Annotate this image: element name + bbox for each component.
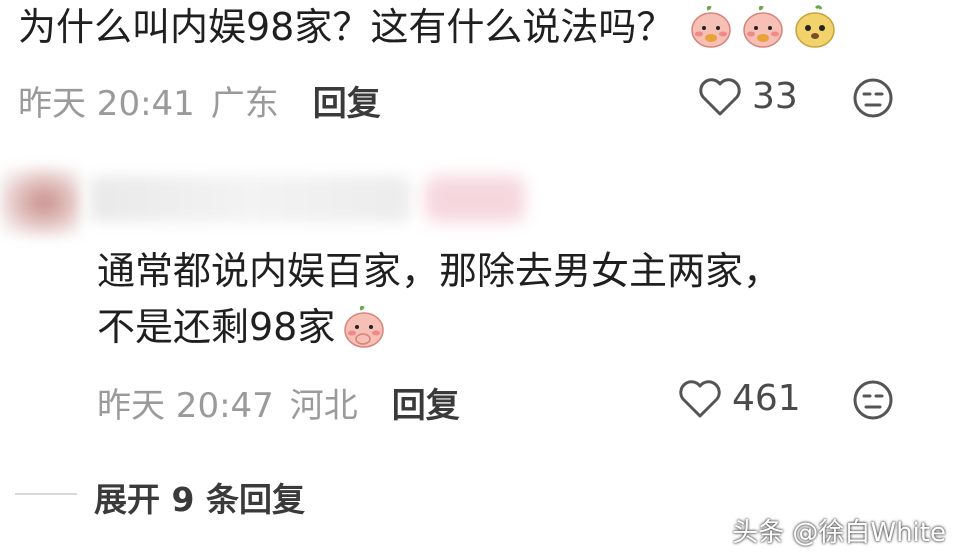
username-blurred[interactable] bbox=[90, 176, 410, 222]
expand-replies-label: 展开 9 条回复 bbox=[94, 480, 305, 519]
comment-2-dislike-icon[interactable] bbox=[851, 378, 895, 422]
comment-1-like-count: 33 bbox=[752, 76, 798, 117]
peach-face-emoji-icon bbox=[743, 5, 784, 48]
comment-2-text-line-2: 不是还剩98家 bbox=[97, 305, 336, 349]
expand-replies-button[interactable]: 展开 9 条回复 bbox=[94, 473, 305, 521]
comment-2-meta: 昨天 20:47 河北 回复 bbox=[97, 378, 460, 427]
comment-2-reply-button[interactable]: 回复 bbox=[392, 378, 460, 427]
comment-2-like-button[interactable]: 461 bbox=[678, 378, 801, 419]
comment-2-line-1: 通常都说内娱百家，那除去男女主两家， bbox=[97, 248, 781, 294]
comment-1-location: 广东 bbox=[210, 84, 279, 124]
comment-1-like-button[interactable]: 33 bbox=[698, 76, 798, 117]
peach-face-emoji-icon bbox=[691, 5, 732, 48]
comment-1: 为什么叫内娱98家？这有什么说法吗？ bbox=[18, 4, 838, 50]
comment-1-dislike-icon[interactable] bbox=[851, 76, 895, 120]
yellow-dog-face-emoji-icon bbox=[795, 5, 836, 48]
comment-2-line-2: 不是还剩98家 bbox=[97, 304, 387, 350]
comment-1-meta: 昨天 20:41 广东 回复 bbox=[18, 76, 381, 125]
expand-divider bbox=[15, 493, 77, 495]
comment-2-location: 河北 bbox=[289, 386, 358, 426]
heart-icon bbox=[679, 379, 721, 417]
comment-1-text: 为什么叫内娱98家？这有什么说法吗？ bbox=[18, 5, 675, 49]
comment-1-time: 昨天 20:41 bbox=[18, 84, 195, 124]
comment-1-emojis bbox=[688, 4, 838, 50]
avatar[interactable] bbox=[0, 168, 80, 236]
comment-2-text-line-1: 通常都说内娱百家，那除去男女主两家， bbox=[97, 249, 782, 293]
heart-icon bbox=[699, 77, 741, 115]
comment-2-time: 昨天 20:47 bbox=[97, 386, 274, 426]
watermark: 头条 @徐白White bbox=[732, 518, 946, 548]
comment-2-like-count: 461 bbox=[732, 378, 801, 419]
peach-face-emoji-icon bbox=[344, 305, 385, 348]
comment-1-reply-button[interactable]: 回复 bbox=[313, 76, 381, 125]
user-badge-blurred bbox=[425, 176, 525, 222]
